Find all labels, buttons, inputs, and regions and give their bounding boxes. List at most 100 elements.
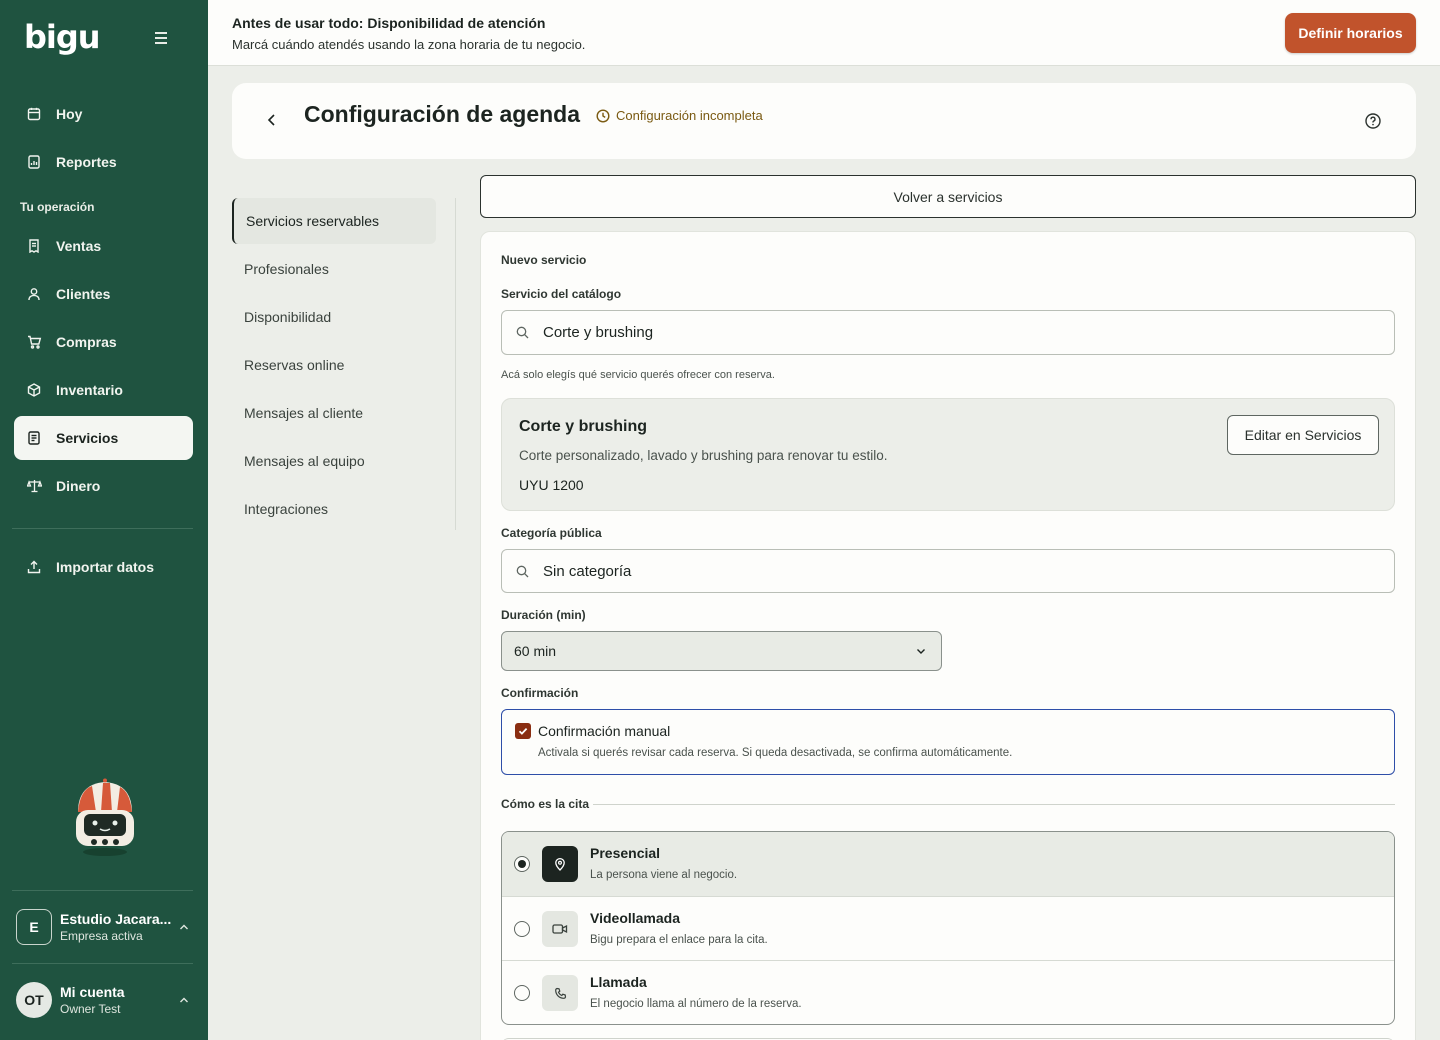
subnav-item-servicios-reservables[interactable]: Servicios reservables — [232, 198, 436, 244]
catalog-hint: Acá solo elegís qué servicio querés ofre… — [501, 369, 775, 381]
sidebar-item-ventas[interactable]: Ventas — [14, 224, 193, 268]
account-subtitle: Owner Test — [60, 1002, 121, 1016]
modality-title: Presencial — [590, 845, 661, 861]
chevron-down-icon — [917, 649, 925, 654]
modality-option-videollamada[interactable]: Videollamada Bigu prepara el enlace para… — [502, 896, 1394, 960]
modality-radio-group: Presencial La persona viene al negocio. … — [501, 831, 1395, 1025]
page-title: Configuración de agenda — [304, 101, 581, 127]
receipt-icon — [26, 238, 42, 254]
confirmation-subtitle: Activala si querés revisar cada reserva.… — [538, 747, 1013, 759]
sidebar-item-clientes[interactable]: Clientes — [14, 272, 193, 316]
sidebar-item-hoy[interactable]: Hoy — [14, 92, 193, 136]
chevron-up-icon — [180, 997, 188, 1003]
cart-icon — [26, 334, 42, 350]
page-header: Configuración de agenda Configuración in… — [232, 83, 1416, 159]
sidebar-divider — [12, 528, 193, 529]
subnav-item-reservas-online[interactable]: Reservas online — [232, 342, 436, 388]
modality-radio[interactable] — [514, 856, 530, 872]
modality-title: Videollamada — [590, 910, 681, 926]
company-switcher[interactable]: E Estudio Jacara... Empresa activa — [16, 907, 196, 947]
chevron-up-icon — [180, 924, 188, 930]
sidebar-item-compras[interactable]: Compras — [14, 320, 193, 364]
section-divider — [593, 803, 1395, 805]
sidebar-item-label: Hoy — [56, 106, 83, 122]
duration-label: Duración (min) — [501, 608, 586, 622]
modality-option-llamada[interactable]: Llamada El negocio llama al número de la… — [502, 960, 1394, 1024]
subnav-item-mensajes-equipo[interactable]: Mensajes al equipo — [232, 438, 436, 484]
subnav-item-integraciones[interactable]: Integraciones — [232, 486, 436, 532]
sidebar-item-importar[interactable]: Importar datos — [14, 545, 193, 589]
account-menu[interactable]: OT Mi cuenta Owner Test — [16, 980, 196, 1020]
edit-in-services-button[interactable]: Editar en Servicios — [1227, 415, 1379, 455]
user-icon — [26, 286, 42, 302]
sidebar-item-reportes[interactable]: Reportes — [14, 140, 193, 184]
sidebar-item-label: Compras — [56, 334, 117, 350]
sidebar-item-servicios[interactable]: Servicios — [14, 416, 193, 460]
company-subtitle: Empresa activa — [60, 929, 143, 943]
sidebar: bigu Hoy Reportes Tu operación Ventas Cl… — [0, 0, 208, 1040]
define-schedule-button[interactable]: Definir horarios — [1285, 13, 1416, 53]
bigu-logo[interactable]: bigu — [24, 18, 101, 56]
sidebar-item-label: Ventas — [56, 238, 102, 254]
sidebar-divider — [12, 890, 193, 891]
search-icon — [516, 565, 529, 577]
sidebar-item-label: Importar datos — [56, 559, 155, 575]
search-icon — [516, 326, 529, 339]
scale-icon — [26, 478, 42, 494]
manual-confirmation-option[interactable]: Confirmación manual Activala si querés r… — [501, 709, 1395, 775]
back-to-services-button[interactable]: Volver a servicios — [480, 175, 1416, 218]
subnav-item-disponibilidad[interactable]: Disponibilidad — [232, 294, 436, 340]
modality-radio[interactable] — [514, 985, 530, 1001]
calendar-icon — [26, 106, 42, 122]
modality-subtitle: La persona viene al negocio. — [590, 869, 738, 881]
box-icon — [26, 382, 42, 398]
phone-icon — [542, 975, 578, 1011]
confirmation-title: Confirmación manual — [538, 723, 671, 739]
subnav-item-mensajes-cliente[interactable]: Mensajes al cliente — [232, 390, 436, 436]
modality-radio[interactable] — [514, 921, 530, 937]
category-search-input[interactable]: Sin categoría — [501, 549, 1395, 593]
catalog-search-input[interactable]: Corte y brushing — [501, 310, 1395, 355]
modality-option-presencial[interactable]: Presencial La persona viene al negocio. — [502, 832, 1394, 896]
modality-subtitle: El negocio llama al número de la reserva… — [590, 998, 802, 1010]
subnav-item-profesionales[interactable]: Profesionales — [232, 246, 436, 292]
sidebar-item-inventario[interactable]: Inventario — [14, 368, 193, 412]
company-name: Estudio Jacara... — [60, 911, 172, 927]
confirmation-label: Confirmación — [501, 686, 579, 700]
modality-subtitle: Bigu prepara el enlace para la cita. — [590, 934, 768, 946]
duration-value: 60 min — [514, 643, 557, 659]
duration-select[interactable]: 60 min — [501, 631, 942, 671]
sidebar-item-label: Dinero — [56, 478, 101, 494]
service-description: Corte personalizado, lavado y brushing p… — [519, 448, 888, 463]
sidebar-item-label: Reportes — [56, 154, 117, 170]
account-avatar: OT — [16, 982, 52, 1018]
new-service-form: Nuevo servicio Servicio del catálogo Cor… — [480, 231, 1416, 1040]
sidebar-section-title: Tu operación — [20, 200, 95, 214]
form-section-title: Nuevo servicio — [501, 253, 587, 267]
account-name: Mi cuenta — [60, 984, 125, 1000]
location-pin-icon — [542, 846, 578, 882]
category-search-value: Sin categoría — [543, 562, 632, 580]
upload-icon — [26, 559, 42, 575]
report-icon — [26, 154, 42, 170]
sidebar-item-label: Servicios — [56, 430, 119, 446]
service-name: Corte y brushing — [519, 418, 648, 435]
manual-confirmation-checkbox[interactable] — [515, 723, 531, 739]
modality-section-header: Cómo es la cita — [501, 797, 1395, 811]
sidebar-item-label: Inventario — [56, 382, 123, 398]
category-label: Categoría pública — [501, 526, 602, 540]
status-text: Configuración incompleta — [616, 108, 763, 123]
sidebar-item-label: Clientes — [56, 286, 111, 302]
catalog-label: Servicio del catálogo — [501, 287, 622, 301]
settings-subnav: Servicios reservables Profesionales Disp… — [232, 198, 456, 530]
checkmark-icon — [518, 727, 528, 735]
sidebar-item-dinero[interactable]: Dinero — [14, 464, 193, 508]
hamburger-menu-icon[interactable] — [152, 32, 170, 48]
chevron-left-icon[interactable] — [264, 111, 280, 129]
document-icon — [26, 430, 42, 446]
clock-icon — [596, 108, 610, 123]
help-icon[interactable] — [1364, 112, 1382, 130]
company-avatar: E — [16, 909, 52, 945]
availability-banner: Antes de usar todo: Disponibilidad de at… — [208, 0, 1440, 66]
sidebar-divider — [12, 963, 193, 964]
